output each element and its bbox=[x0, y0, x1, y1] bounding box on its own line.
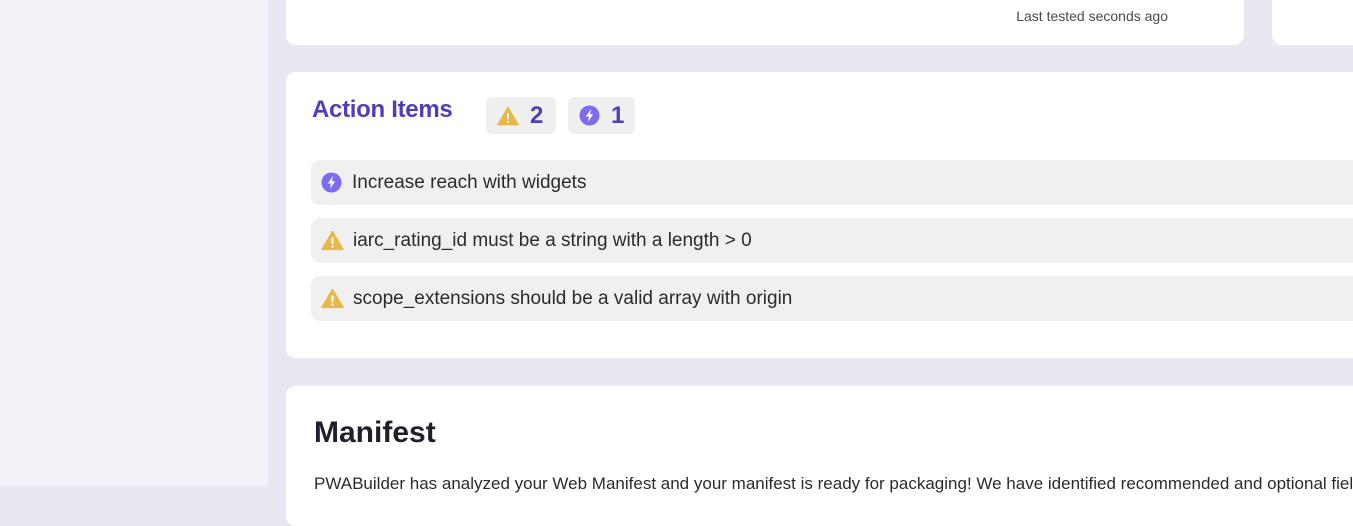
side-card bbox=[1272, 0, 1353, 45]
action-item-text: Increase reach with widgets bbox=[352, 171, 587, 193]
test-results-card: Last tested seconds ago bbox=[286, 0, 1244, 45]
warning-count-badge[interactable]: 2 bbox=[486, 97, 556, 134]
suggestion-count: 1 bbox=[611, 101, 625, 129]
manifest-description: PWABuilder has analyzed your Web Manifes… bbox=[314, 474, 1353, 493]
action-items-title: Action Items bbox=[312, 96, 453, 123]
warning-icon bbox=[321, 230, 344, 251]
warning-count: 2 bbox=[530, 101, 544, 129]
manifest-card: Manifest PWABuilder has analyzed your We… bbox=[286, 386, 1353, 526]
manifest-title: Manifest bbox=[314, 416, 436, 449]
action-item-text: scope_extensions should be a valid array… bbox=[353, 287, 793, 309]
action-item-text: iarc_rating_id must be a string with a l… bbox=[353, 229, 752, 251]
lightning-icon bbox=[579, 105, 600, 126]
action-item[interactable]: iarc_rating_id must be a string with a l… bbox=[311, 218, 1353, 263]
last-tested-text: Last tested seconds ago bbox=[1016, 8, 1168, 24]
action-item[interactable]: scope_extensions should be a valid array… bbox=[311, 276, 1353, 321]
action-item[interactable]: Increase reach with widgets bbox=[311, 160, 1353, 205]
suggestion-count-badge[interactable]: 1 bbox=[568, 97, 635, 134]
warning-icon bbox=[497, 106, 519, 126]
warning-icon bbox=[321, 288, 344, 309]
action-items-card: Action Items 2 1 Increase reach with wid… bbox=[286, 72, 1353, 358]
lightning-icon bbox=[321, 172, 342, 193]
left-pane bbox=[0, 0, 268, 486]
